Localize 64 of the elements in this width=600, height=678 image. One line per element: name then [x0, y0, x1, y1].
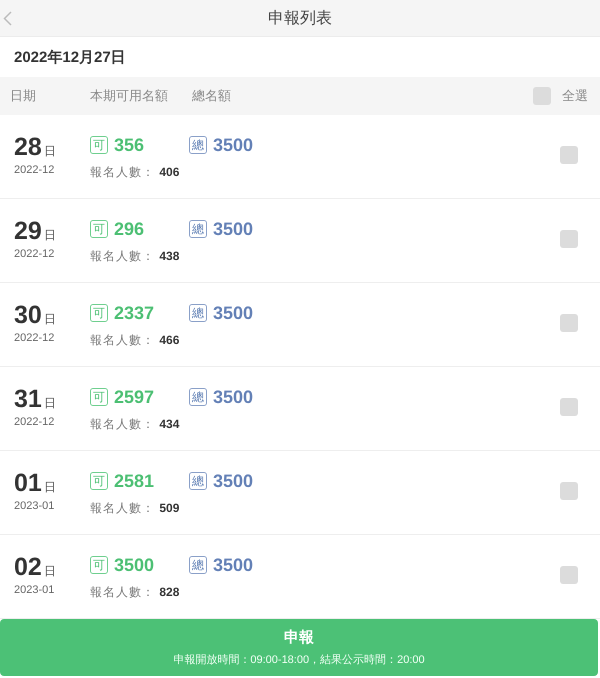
available-count: 296	[114, 219, 144, 239]
total-badge: 總	[189, 136, 207, 154]
submit-button[interactable]: 申報 申報開放時間：09:00-18:00，結果公示時間：20:00	[0, 619, 598, 676]
available-badge: 可	[90, 388, 108, 406]
row-checkbox[interactable]	[560, 314, 578, 332]
total-count: 3500	[213, 555, 254, 575]
applicant-count: 報名人數： 509	[90, 500, 180, 517]
day-unit: 日	[44, 227, 56, 244]
row-checkbox[interactable]	[560, 566, 578, 584]
available-badge: 可	[90, 136, 108, 154]
available-badge: 可	[90, 220, 108, 238]
select-all-label[interactable]: 全選	[562, 87, 588, 105]
total-badge: 總	[189, 220, 207, 238]
day-unit: 日	[44, 563, 56, 580]
row-checkbox[interactable]	[560, 230, 578, 248]
day-unit: 日	[44, 311, 56, 328]
available-badge: 可	[90, 472, 108, 490]
day-unit: 日	[44, 479, 56, 496]
row-checkbox[interactable]	[560, 398, 578, 416]
total-count: 3500	[213, 303, 254, 323]
available-count: 2581	[114, 471, 154, 491]
available-count: 356	[114, 135, 144, 155]
row-checkbox[interactable]	[560, 146, 578, 164]
total-count: 3500	[213, 135, 254, 155]
day-number: 31	[14, 387, 42, 411]
applicant-count: 報名人數： 434	[90, 416, 180, 433]
row-checkbox[interactable]	[560, 482, 578, 500]
total-badge: 總	[189, 556, 207, 574]
back-icon[interactable]	[3, 11, 12, 26]
schedule-note: 申報開放時間：09:00-18:00，結果公示時間：20:00	[173, 653, 425, 667]
day-number: 30	[14, 303, 42, 327]
available-badge: 可	[90, 304, 108, 322]
total-badge: 總	[189, 472, 207, 490]
column-header: 本期可用名額	[90, 88, 168, 103]
total-count: 3500	[213, 219, 254, 239]
page-title: 申報列表	[268, 8, 332, 28]
applicant-count: 報名人數： 828	[90, 584, 180, 601]
month-label: 2022-12	[14, 416, 54, 428]
applicant-count: 報名人數： 406	[90, 164, 180, 181]
select-all-checkbox[interactable]	[533, 87, 551, 105]
month-label: 2022-12	[14, 332, 54, 344]
total-count: 3500	[213, 387, 254, 407]
day-unit: 日	[44, 395, 56, 412]
available-count: 3500	[114, 555, 154, 575]
available-count: 2597	[114, 387, 154, 407]
total-badge: 總	[189, 388, 207, 406]
day-number: 29	[14, 219, 42, 243]
column-header: 日期	[10, 88, 36, 103]
applicant-count: 報名人數： 466	[90, 332, 180, 349]
day-number: 01	[14, 471, 42, 495]
month-label: 2022-12	[14, 164, 54, 176]
day-number: 02	[14, 555, 42, 579]
applicant-count: 報名人數： 438	[90, 248, 180, 265]
available-count: 2337	[114, 303, 154, 323]
day-number: 28	[14, 135, 42, 159]
date-heading: 2022年12月27日	[14, 48, 126, 66]
month-label: 2023-01	[14, 500, 54, 512]
total-count: 3500	[213, 471, 254, 491]
month-label: 2023-01	[14, 584, 54, 596]
available-badge: 可	[90, 556, 108, 574]
day-unit: 日	[44, 143, 56, 160]
month-label: 2022-12	[14, 248, 54, 260]
column-header: 總名額	[192, 88, 231, 103]
total-badge: 總	[189, 304, 207, 322]
